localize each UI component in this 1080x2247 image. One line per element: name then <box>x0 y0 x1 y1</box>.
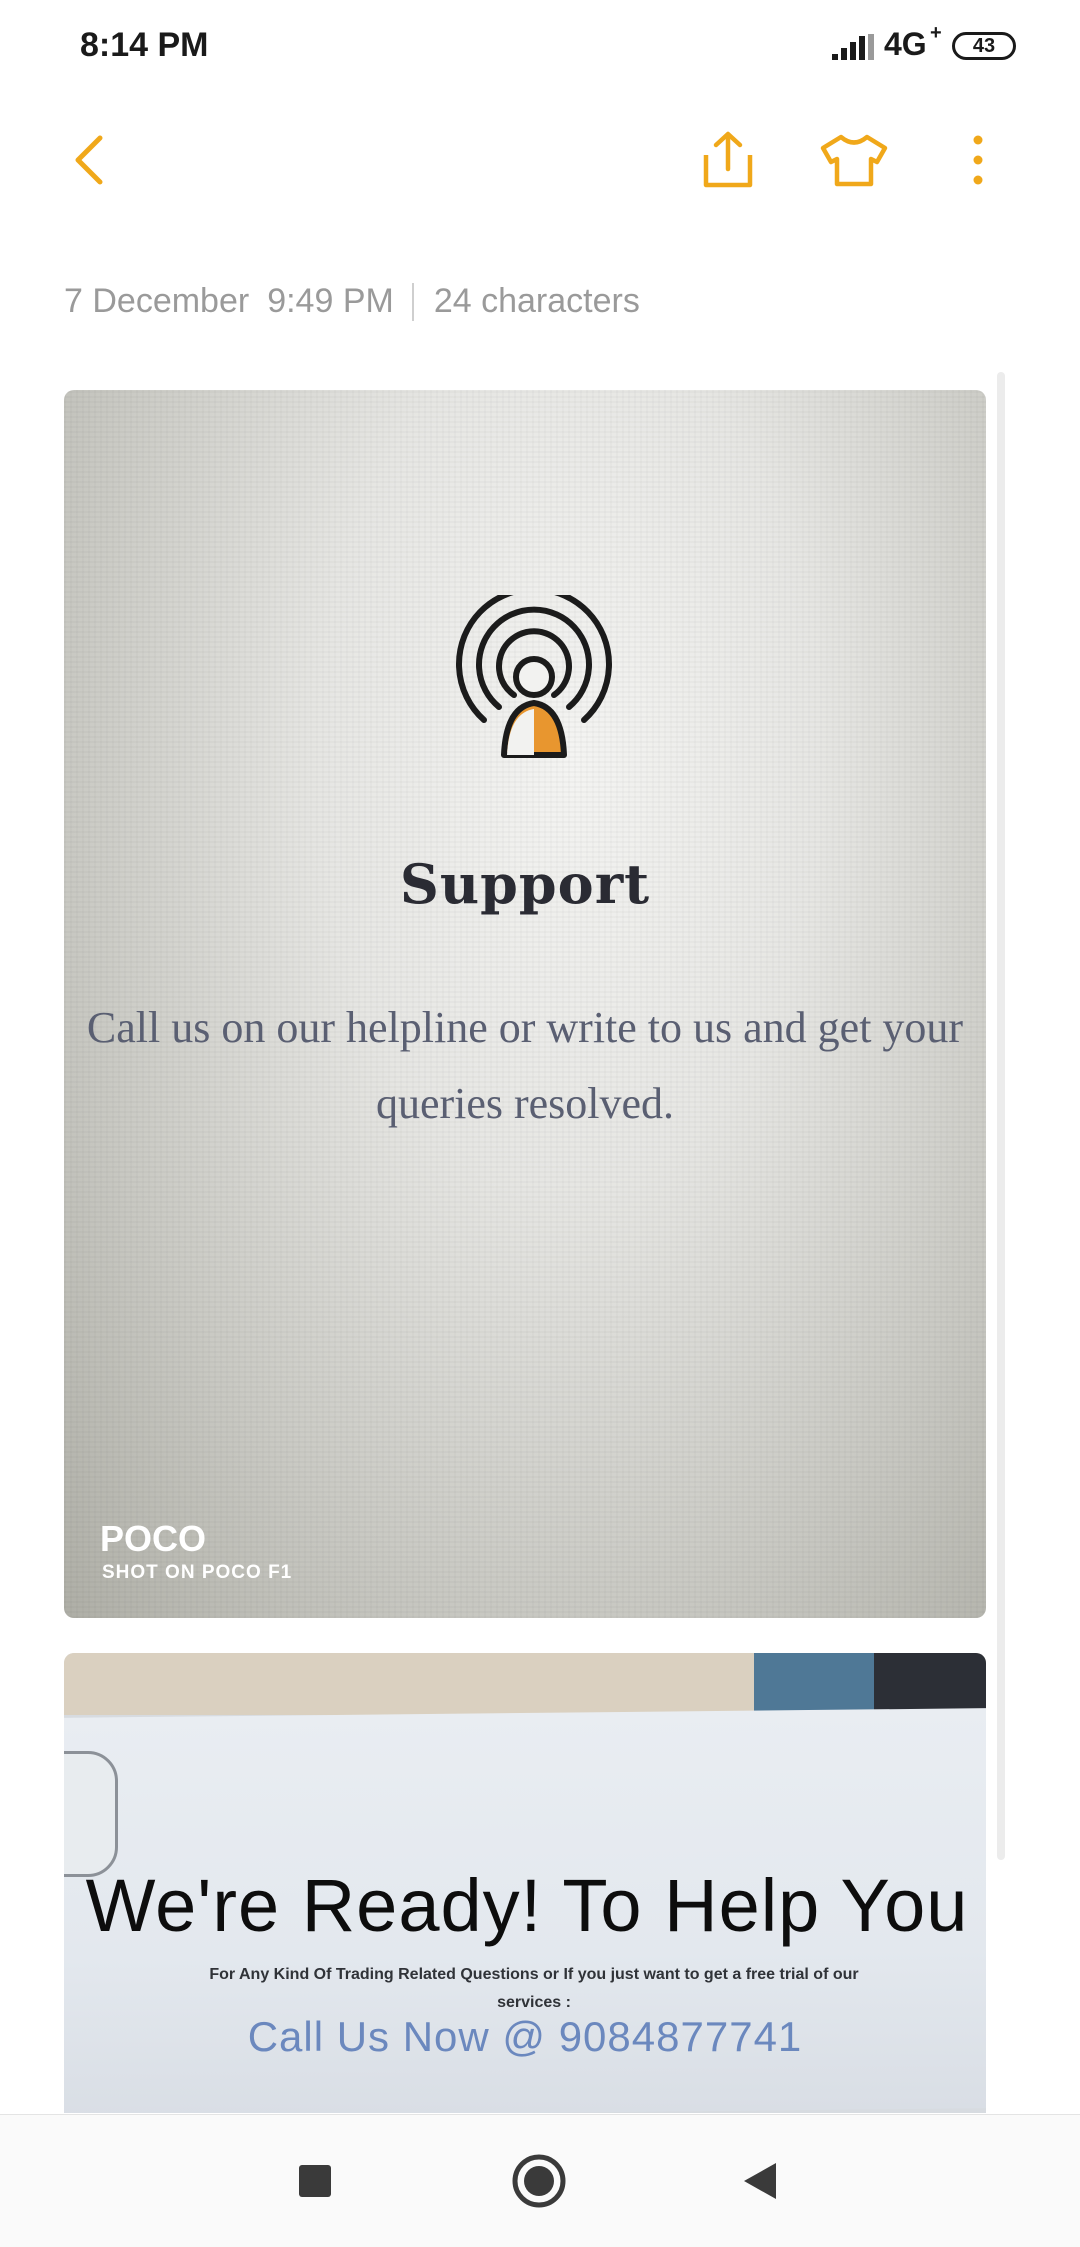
signal-icon <box>832 34 874 60</box>
share-button[interactable] <box>688 120 768 200</box>
back-button[interactable] <box>50 120 130 200</box>
character-count: 24 characters <box>433 282 640 320</box>
support-broadcast-icon <box>456 595 612 758</box>
support-text: Call us on our helpline or write to us a… <box>86 1003 964 1128</box>
attachment-image-support[interactable]: Support Call us on our helpline or write… <box>64 390 986 1618</box>
network-label: 4G <box>884 26 927 62</box>
more-button[interactable] <box>938 120 1018 200</box>
back-icon <box>75 135 103 185</box>
battery-icon: 43 <box>952 32 1016 60</box>
battery-level: 43 <box>972 34 996 57</box>
nav-back-button[interactable] <box>724 2145 796 2217</box>
support-title: Support <box>399 852 651 916</box>
help-subtitle: For Any Kind Of Trading Related Question… <box>209 1966 859 2011</box>
note-time: 9:49 PM <box>267 282 394 320</box>
home-circle-icon <box>512 2154 566 2208</box>
home-button[interactable] <box>503 2145 575 2217</box>
watermark-brand: POCO <box>100 1518 207 1559</box>
monitor-bezel <box>64 1751 118 1877</box>
note-date: 7 December <box>64 282 250 320</box>
share-icon <box>703 131 753 188</box>
network-plus: + <box>930 22 942 44</box>
note-meta: 7 December 9:49 PM 24 characters <box>64 282 640 321</box>
recents-square-icon <box>299 2165 331 2197</box>
more-icon <box>973 135 983 185</box>
theme-shirt-icon <box>820 134 888 187</box>
watermark-subtitle: SHOT ON POCO F1 <box>102 1562 293 1583</box>
status-bar: 8:14 PM 4G + 43 <box>0 0 1080 96</box>
scrollbar[interactable] <box>997 372 1005 1860</box>
theme-button[interactable] <box>814 120 894 200</box>
recents-button[interactable] <box>279 2145 351 2217</box>
image-corner <box>754 1653 986 1715</box>
attachment-image-help[interactable]: We're Ready! To Help You For Any Kind Of… <box>64 1653 986 2113</box>
help-title: We're Ready! To Help You <box>85 1864 969 1947</box>
navigation-bar <box>0 2114 1080 2247</box>
status-time: 8:14 PM <box>80 26 209 64</box>
help-call-text: Call Us Now @ 9084877741 <box>247 2013 803 2060</box>
back-triangle-icon <box>744 2163 776 2199</box>
meta-divider <box>411 282 414 321</box>
